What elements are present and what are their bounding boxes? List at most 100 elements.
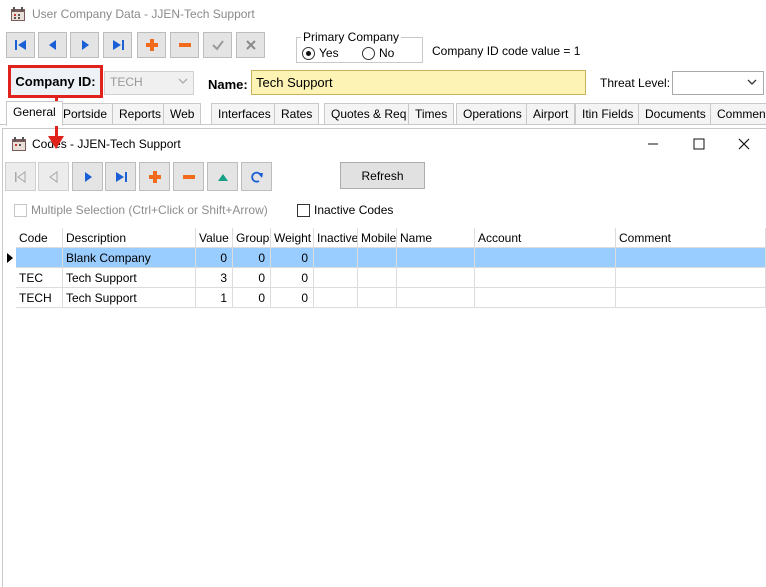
cell-inactive[interactable]	[314, 288, 358, 308]
cell-mobile[interactable]	[358, 268, 397, 288]
primary-yes-radio[interactable]: Yes	[302, 46, 339, 60]
codes-prev-button[interactable]	[38, 162, 69, 191]
cell-weight[interactable]: 0	[271, 268, 314, 288]
cell-inactive[interactable]	[314, 268, 358, 288]
back-window-titlebar: User Company Data - JJEN-Tech Support	[0, 0, 766, 30]
tab-rates[interactable]: Rates	[274, 103, 320, 124]
tab-airport[interactable]: Airport	[526, 103, 576, 124]
close-button[interactable]	[721, 129, 766, 159]
checkbox-box	[297, 203, 310, 217]
cell-comment[interactable]	[616, 268, 766, 288]
codes-last-button[interactable]	[105, 162, 136, 191]
cell-name[interactable]	[397, 248, 475, 268]
check-icon	[211, 40, 224, 51]
row-pointer-icon	[6, 248, 16, 268]
cell-weight[interactable]: 0	[271, 248, 314, 268]
cancel-record-button[interactable]	[236, 32, 265, 58]
cell-group[interactable]: 0	[233, 268, 271, 288]
col-header-description[interactable]: Description	[63, 228, 196, 248]
prev-record-button[interactable]	[38, 32, 67, 58]
tab-portside[interactable]: Portside	[56, 103, 115, 124]
primary-yes-label: Yes	[319, 46, 339, 60]
cell-group[interactable]: 0	[233, 288, 271, 308]
multiple-selection-checkbox[interactable]: Multiple Selection (Ctrl+Click or Shift+…	[14, 203, 268, 217]
tab-times[interactable]: Times	[408, 103, 455, 124]
cell-group[interactable]: 0	[233, 248, 271, 268]
col-header-value[interactable]: Value	[196, 228, 233, 248]
radio-unselected-icon	[362, 46, 375, 60]
primary-no-radio[interactable]: No	[362, 46, 394, 60]
inactive-codes-checkbox[interactable]: Inactive Codes	[297, 203, 393, 217]
codes-next-button[interactable]	[72, 162, 103, 191]
prev-icon	[48, 40, 56, 50]
maximize-button[interactable]	[676, 129, 722, 159]
col-header-code[interactable]: Code	[16, 228, 63, 248]
app-calendar-icon	[11, 136, 27, 152]
company-id-select[interactable]: TECH	[104, 71, 194, 95]
cell-name[interactable]	[397, 268, 475, 288]
first-icon	[14, 40, 26, 50]
col-header-weight[interactable]: Weight	[271, 228, 314, 248]
tab-operations[interactable]: Operations	[456, 103, 529, 124]
close-icon	[738, 138, 750, 150]
cell-description[interactable]: Tech Support	[63, 288, 196, 308]
app-calendar-icon	[10, 6, 26, 22]
codes-redo-button[interactable]	[241, 162, 272, 191]
codes-add-button[interactable]	[139, 162, 170, 191]
threat-level-select[interactable]	[672, 71, 764, 95]
codes-delete-button[interactable]	[173, 162, 204, 191]
minus-icon	[178, 43, 191, 47]
codes-first-button[interactable]	[5, 162, 36, 191]
add-record-button[interactable]	[137, 32, 166, 58]
cell-value[interactable]: 1	[196, 288, 233, 308]
tab-general[interactable]: General	[6, 101, 63, 126]
cell-description[interactable]: Blank Company	[63, 248, 196, 268]
threat-level-label: Threat Level:	[600, 76, 671, 90]
cell-mobile[interactable]	[358, 248, 397, 268]
cell-mobile[interactable]	[358, 288, 397, 308]
next-record-button[interactable]	[70, 32, 99, 58]
cell-value[interactable]: 3	[196, 268, 233, 288]
cell-description[interactable]: Tech Support	[63, 268, 196, 288]
col-header-account[interactable]: Account	[475, 228, 616, 248]
radio-selected-icon	[302, 46, 315, 60]
cell-account[interactable]	[475, 288, 616, 308]
cell-weight[interactable]: 0	[271, 288, 314, 308]
tab-web[interactable]: Web	[163, 103, 202, 124]
minimize-button[interactable]	[630, 129, 676, 159]
chevron-down-icon	[178, 78, 188, 84]
name-input[interactable]: Tech Support	[251, 70, 586, 95]
col-header-mobile[interactable]: Mobile	[358, 228, 397, 248]
tab-documents[interactable]: Documents	[638, 103, 713, 124]
codes-move-up-button[interactable]	[207, 162, 238, 191]
tab-reports[interactable]: Reports	[112, 103, 169, 124]
delete-record-button[interactable]	[170, 32, 199, 58]
col-header-comment[interactable]: Comment	[616, 228, 766, 248]
post-record-button[interactable]	[203, 32, 232, 58]
cell-comment[interactable]	[616, 288, 766, 308]
tab-itin-fields[interactable]: Itin Fields	[575, 103, 641, 124]
refresh-button[interactable]: Refresh	[340, 162, 425, 189]
checkbox-box	[14, 203, 27, 217]
cell-account[interactable]	[475, 248, 616, 268]
cell-account[interactable]	[475, 268, 616, 288]
triangle-up-icon	[217, 173, 228, 181]
cell-code[interactable]	[16, 248, 63, 268]
last-record-button[interactable]	[103, 32, 132, 58]
primary-no-label: No	[379, 46, 395, 60]
x-icon	[245, 40, 256, 50]
cell-code[interactable]: TEC	[16, 268, 63, 288]
tab-quotes-req[interactable]: Quotes & Req	[324, 103, 414, 124]
cell-inactive[interactable]	[314, 248, 358, 268]
plus-icon	[145, 39, 158, 51]
cell-value[interactable]: 0	[196, 248, 233, 268]
col-header-group[interactable]: Group	[233, 228, 271, 248]
col-header-name[interactable]: Name	[397, 228, 475, 248]
col-header-inactive[interactable]: Inactive	[314, 228, 358, 248]
first-record-button[interactable]	[6, 32, 35, 58]
cell-comment[interactable]	[616, 248, 766, 268]
cell-code[interactable]: TECH	[16, 288, 63, 308]
cell-name[interactable]	[397, 288, 475, 308]
tab-interfaces[interactable]: Interfaces	[211, 103, 278, 124]
tab-comments[interactable]: Commen	[710, 103, 766, 124]
